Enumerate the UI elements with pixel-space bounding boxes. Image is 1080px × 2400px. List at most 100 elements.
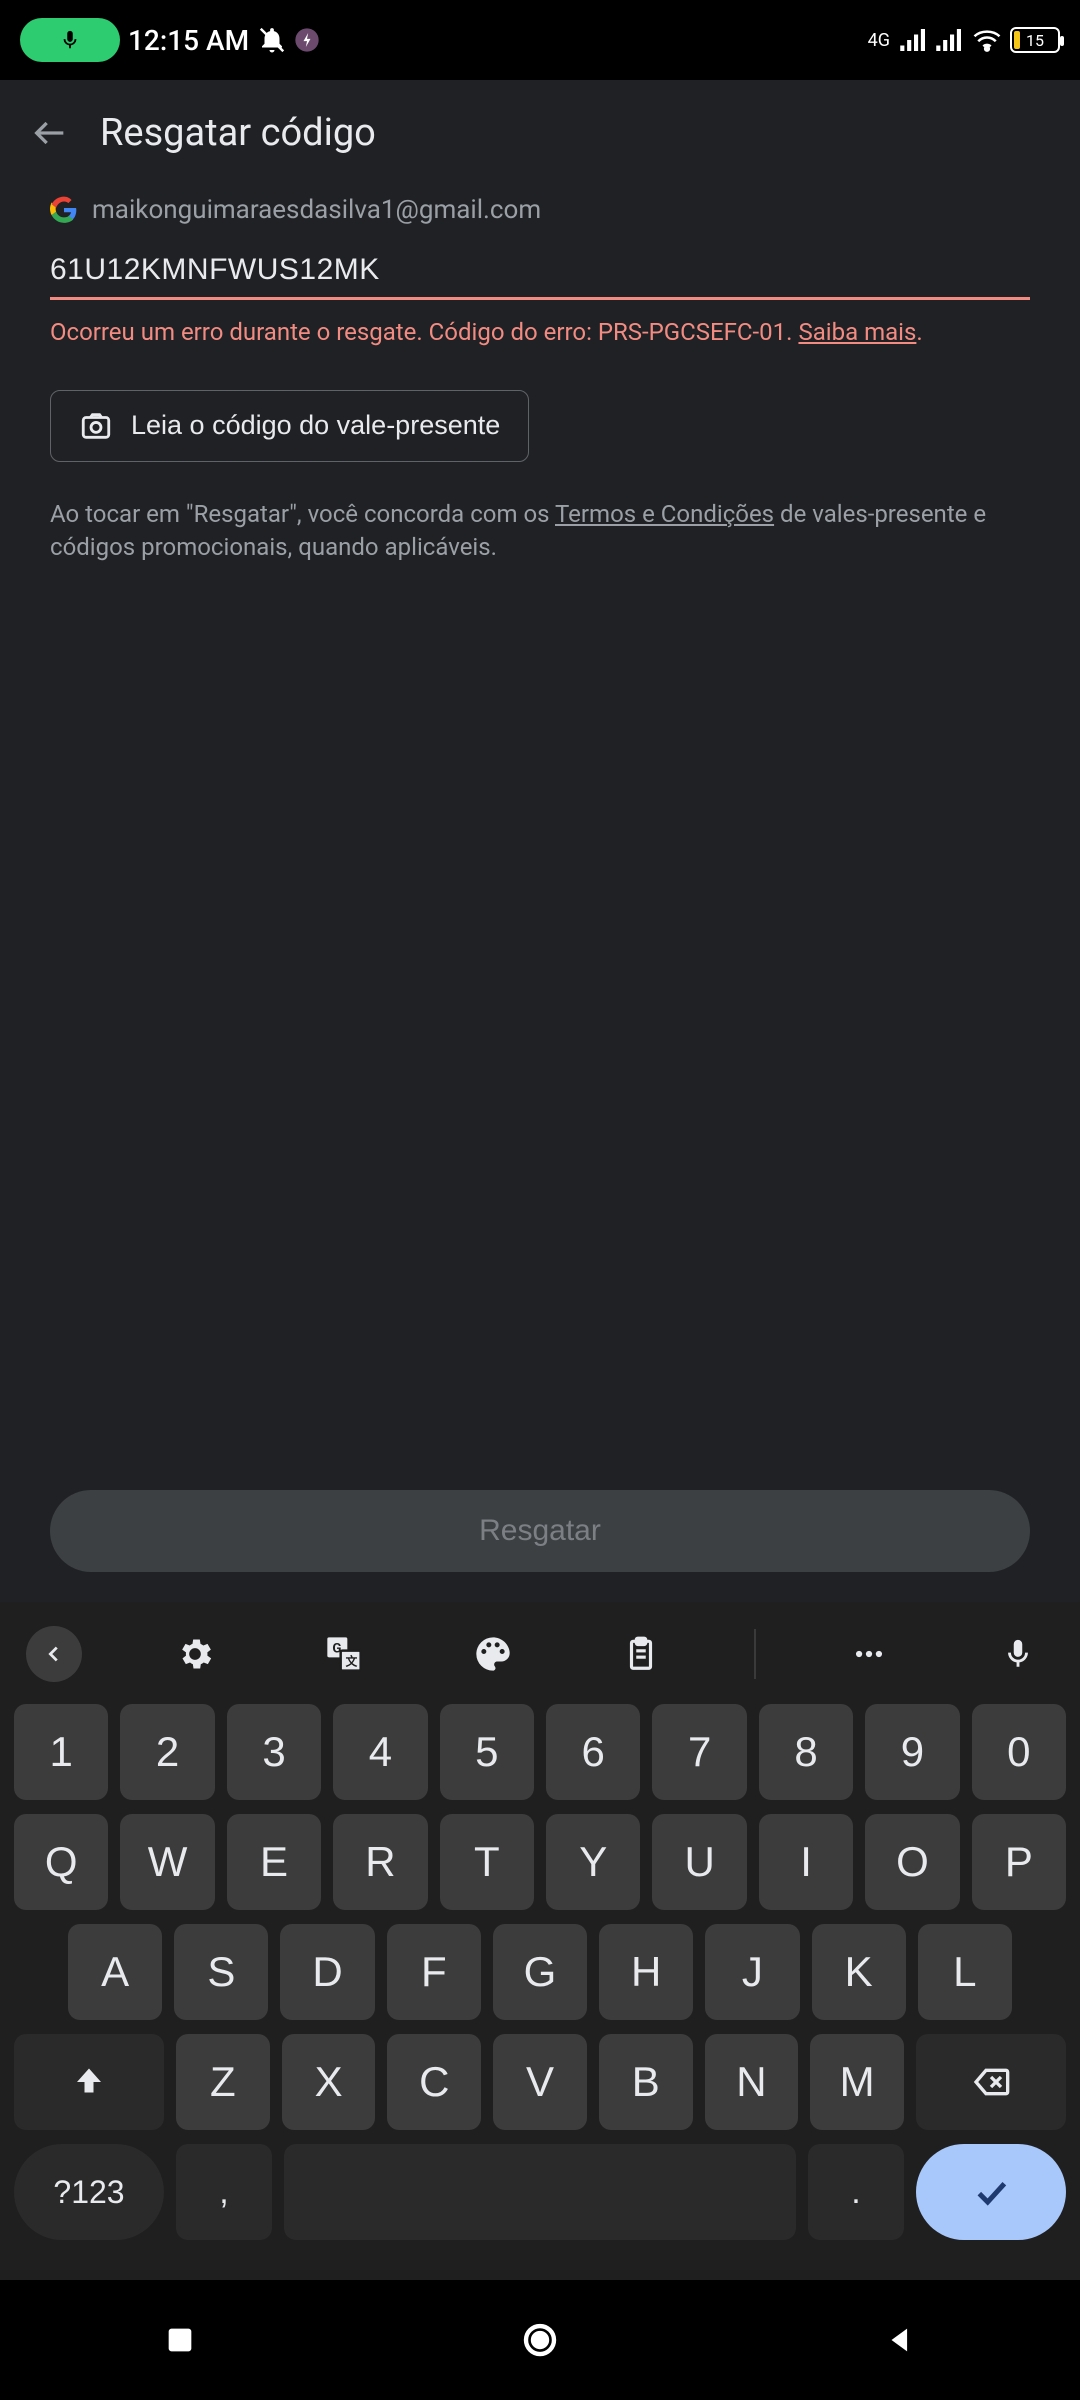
kb-row-numbers: 1 2 3 4 5 6 7 8 9 0 — [14, 1704, 1066, 1800]
network-label: 4G — [868, 30, 890, 51]
translate-icon: G文 — [324, 1634, 364, 1674]
scan-gift-card-button[interactable]: Leia o código do vale-presente — [50, 390, 529, 462]
key-p[interactable]: P — [972, 1814, 1066, 1910]
gear-icon — [175, 1634, 215, 1674]
key-x[interactable]: X — [282, 2034, 376, 2130]
svg-text:文: 文 — [344, 1655, 357, 1669]
keyboard: G文 1 2 3 4 5 6 7 — [0, 1602, 1080, 2280]
error-message: Ocorreu um erro durante o resgate. Códig… — [50, 316, 1030, 350]
chevron-left-icon — [43, 1643, 65, 1665]
kb-row-1: Q W E R T Y U I O P — [14, 1814, 1066, 1910]
palette-icon — [473, 1634, 513, 1674]
svg-text:G: G — [332, 1641, 341, 1656]
signal-icon — [936, 29, 964, 51]
wifi-icon — [972, 28, 1002, 52]
kb-more-button[interactable] — [833, 1618, 905, 1690]
key-shift[interactable] — [14, 2034, 164, 2130]
kb-row-3: Z X C V B N M — [14, 2034, 1066, 2130]
key-c[interactable]: C — [387, 2034, 481, 2130]
kb-translate-button[interactable]: G文 — [308, 1618, 380, 1690]
key-e[interactable]: E — [227, 1814, 321, 1910]
signal-icon — [900, 29, 928, 51]
key-h[interactable]: H — [599, 1924, 693, 2020]
key-1[interactable]: 1 — [14, 1704, 108, 1800]
key-4[interactable]: 4 — [333, 1704, 427, 1800]
circle-icon — [519, 2319, 561, 2361]
account-row: maikonguimaraesdasilva1@gmail.com — [50, 195, 1030, 225]
key-u[interactable]: U — [652, 1814, 746, 1910]
key-backspace[interactable] — [916, 2034, 1066, 2130]
battery-indicator: 15 — [1010, 27, 1060, 53]
key-v[interactable]: V — [493, 2034, 587, 2130]
shift-icon — [71, 2064, 107, 2100]
key-j[interactable]: J — [705, 1924, 799, 2020]
page-title: Resgatar código — [100, 111, 376, 155]
content-area: maikonguimaraesdasilva1@gmail.com Ocorre… — [0, 185, 1080, 1490]
key-y[interactable]: Y — [546, 1814, 640, 1910]
kb-collapse-button[interactable] — [26, 1626, 82, 1682]
key-period[interactable]: . — [808, 2144, 904, 2240]
key-t[interactable]: T — [440, 1814, 534, 1910]
key-k[interactable]: K — [812, 1924, 906, 2020]
key-l[interactable]: L — [918, 1924, 1012, 2020]
kb-row-2: A S D F G H J K L — [14, 1924, 1066, 2020]
backspace-icon — [971, 2062, 1011, 2102]
kb-clipboard-button[interactable] — [605, 1618, 677, 1690]
clipboard-icon — [622, 1635, 660, 1673]
key-s[interactable]: S — [174, 1924, 268, 2020]
key-8[interactable]: 8 — [759, 1704, 853, 1800]
microphone-icon — [59, 29, 81, 51]
key-7[interactable]: 7 — [652, 1704, 746, 1800]
key-g[interactable]: G — [493, 1924, 587, 2020]
key-q[interactable]: Q — [14, 1814, 108, 1910]
scan-button-label: Leia o código do vale-presente — [131, 410, 500, 441]
status-bar: 12:15 AM 4G 15 — [0, 0, 1080, 80]
square-icon — [163, 2323, 197, 2357]
terms-link[interactable]: Termos e Condições — [555, 500, 774, 528]
key-0[interactable]: 0 — [972, 1704, 1066, 1800]
clock-time: 12:15 AM — [128, 24, 249, 57]
key-enter[interactable] — [916, 2144, 1066, 2240]
key-symbols[interactable]: ?123 — [14, 2144, 164, 2240]
kb-theme-button[interactable] — [457, 1618, 529, 1690]
key-i[interactable]: I — [759, 1814, 853, 1910]
app-bar: Resgatar código — [0, 80, 1080, 185]
check-icon — [971, 2172, 1011, 2212]
dots-icon — [852, 1637, 886, 1671]
mic-active-pill — [20, 18, 120, 62]
microphone-icon — [1001, 1637, 1035, 1671]
navigation-bar — [0, 2280, 1080, 2400]
key-n[interactable]: N — [705, 2034, 799, 2130]
nav-recents-button[interactable] — [150, 2310, 210, 2370]
camera-icon — [79, 409, 113, 443]
triangle-left-icon — [883, 2323, 917, 2357]
nav-back-button[interactable] — [870, 2310, 930, 2370]
key-comma[interactable]: , — [176, 2144, 272, 2240]
back-button[interactable] — [30, 113, 70, 153]
key-space[interactable] — [284, 2144, 796, 2240]
key-f[interactable]: F — [387, 1924, 481, 2020]
key-6[interactable]: 6 — [546, 1704, 640, 1800]
arrow-left-icon — [30, 113, 70, 153]
code-input[interactable] — [50, 247, 1030, 300]
kb-row-4: ?123 , . — [14, 2144, 1066, 2240]
key-r[interactable]: R — [333, 1814, 427, 1910]
key-o[interactable]: O — [865, 1814, 959, 1910]
learn-more-link[interactable]: Saiba mais — [798, 318, 916, 346]
key-3[interactable]: 3 — [227, 1704, 321, 1800]
key-9[interactable]: 9 — [865, 1704, 959, 1800]
storm-icon — [293, 26, 321, 54]
key-d[interactable]: D — [280, 1924, 374, 2020]
nav-home-button[interactable] — [510, 2310, 570, 2370]
key-2[interactable]: 2 — [120, 1704, 214, 1800]
kb-voice-button[interactable] — [982, 1618, 1054, 1690]
key-a[interactable]: A — [68, 1924, 162, 2020]
key-b[interactable]: B — [599, 2034, 693, 2130]
key-z[interactable]: Z — [176, 2034, 270, 2130]
kb-settings-button[interactable] — [159, 1618, 231, 1690]
redeem-button[interactable]: Resgatar — [50, 1490, 1030, 1572]
key-w[interactable]: W — [120, 1814, 214, 1910]
key-5[interactable]: 5 — [440, 1704, 534, 1800]
kb-separator — [754, 1629, 756, 1679]
key-m[interactable]: M — [810, 2034, 904, 2130]
